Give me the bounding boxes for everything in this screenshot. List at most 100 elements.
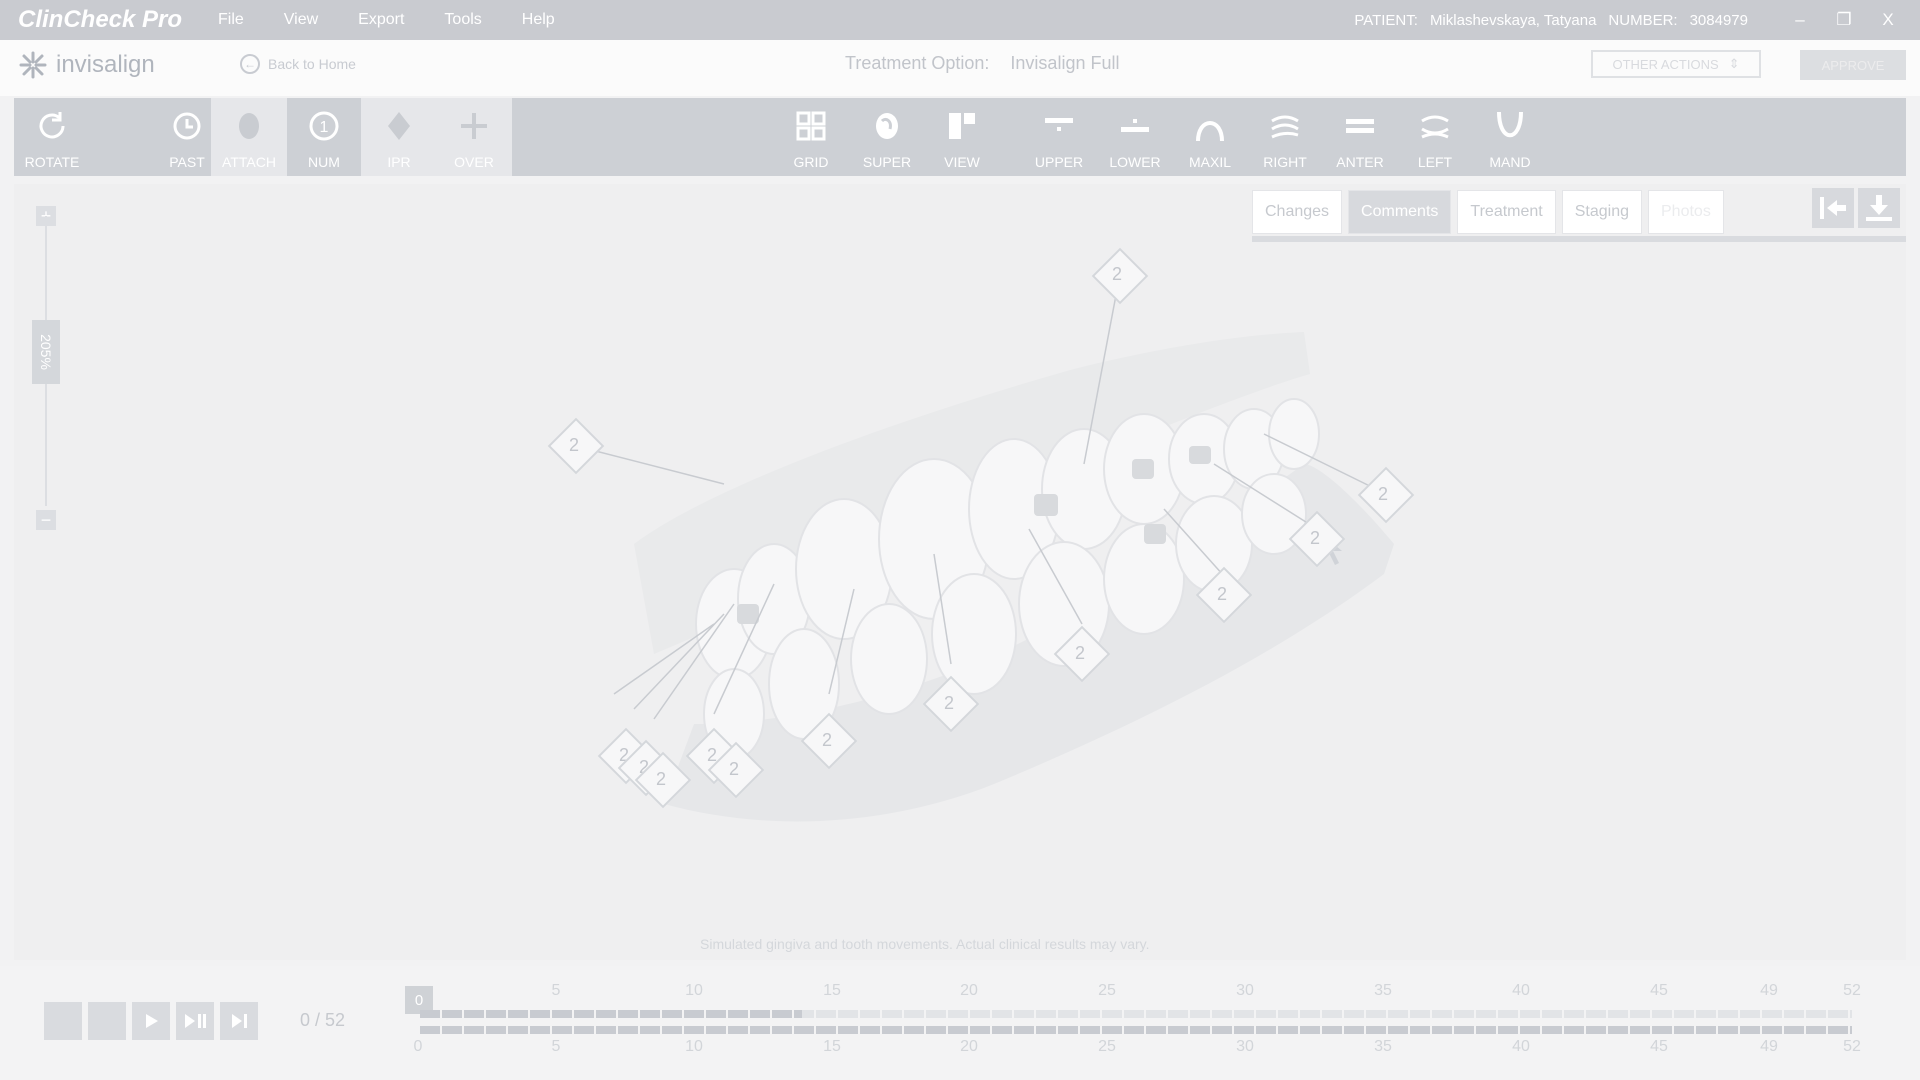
top-tick: 49 [1760,982,1778,999]
tab-changes[interactable]: Changes [1252,190,1343,234]
bottom-tick: 49 [1760,1038,1778,1055]
tool-label: GRID [793,154,829,170]
close-button[interactable]: X [1866,10,1910,30]
tab-staging[interactable]: Staging [1561,190,1642,234]
tool-label: MAND [1489,154,1531,170]
header: invisalign ← Back to Home Treatment Opti… [0,40,1920,96]
top-tick: 52 [1843,982,1861,999]
mand-icon [1492,108,1528,144]
tab-treatment[interactable]: Treatment [1457,190,1556,234]
view-icon [944,108,980,144]
ipr-label-text: 2 [1075,643,1086,663]
ipr-label-text: 2 [1310,528,1321,548]
upper-icon [1041,108,1077,144]
tool-maxil[interactable]: MAXIL [1172,98,1248,176]
zoom-out-button[interactable]: − [36,510,56,530]
bottom-tick: 30 [1236,1038,1254,1055]
bottom-tick: 10 [685,1038,703,1055]
menu-file[interactable]: File [218,11,244,29]
tool-rotate[interactable]: ROTATE [14,98,90,176]
zoom-level: 205% [38,334,54,370]
collapse-panel-button[interactable] [1812,188,1854,228]
ipr-label-text: 2 [1378,484,1389,504]
download-icon [1866,195,1892,221]
tool-label: MAXIL [1188,154,1231,170]
ipr-label-text: 2 [1112,264,1123,284]
menu-help[interactable]: Help [522,11,555,29]
ipr-label-text: 2 [729,759,740,779]
left-icon [1417,108,1453,144]
back-arrow-icon: ← [240,54,260,74]
bottom-tick: 15 [823,1038,841,1055]
minimize-button[interactable]: – [1778,10,1822,30]
collapse-left-icon [1820,197,1846,219]
treatment-option: Treatment Option: Invisalign Full [845,53,1119,74]
back-to-home-button[interactable]: ← Back to Home [240,54,356,74]
ipr-label-text: 2 [656,769,667,789]
stage-back-button[interactable] [88,1002,126,1040]
treatment-value[interactable]: Invisalign Full [1010,53,1119,73]
window-controls: – ❐ X [1778,10,1910,30]
back-label: Back to Home [268,56,356,72]
tool-label: PAST [169,154,205,170]
tool-super[interactable]: SUPER [849,98,925,176]
other-actions-dropdown[interactable]: OTHER ACTIONS ⇕ [1591,50,1761,78]
download-button[interactable] [1858,188,1900,228]
tool-label: NUM [308,154,340,170]
ipr-label-text: 2 [944,693,955,713]
menu-tools[interactable]: Tools [444,11,481,29]
stage-first-button[interactable] [44,1002,82,1040]
right-icon [1267,108,1303,144]
invisalign-logo: invisalign [18,50,155,80]
tool-grid[interactable]: GRID [773,98,849,176]
top-tick: 15 [823,982,841,999]
zoom-level-handle[interactable]: 205% [32,320,60,384]
menu-view[interactable]: View [284,11,318,29]
tool-right[interactable]: RIGHT [1247,98,1323,176]
treatment-label: Treatment Option: [845,53,990,73]
logo-text: invisalign [56,51,155,78]
disclaimer-text: Simulated gingiva and tooth movements. A… [700,936,1150,952]
tab-comments[interactable]: Comments [1348,190,1452,234]
tabs-underline [1252,236,1906,242]
tool-left[interactable]: LEFT [1397,98,1473,176]
tool-num[interactable]: 1 NUM [286,98,362,176]
title-bar: ClinCheck Pro File View Export Tools Hel… [0,0,1920,40]
menu-export[interactable]: Export [358,11,404,29]
tab-photos[interactable]: Photos [1648,190,1724,234]
tool-view[interactable]: VIEW [924,98,1000,176]
anter-icon [1342,108,1378,144]
tool-label: ROTATE [24,154,80,170]
app-title: ClinCheck Pro [18,6,183,33]
tool-ipr[interactable]: IPR [361,98,437,176]
play-button[interactable] [132,1002,170,1040]
approve-button[interactable]: APPROVE [1800,50,1906,80]
updown-icon: ⇕ [1728,56,1740,71]
bottom-tick: 35 [1374,1038,1392,1055]
tool-label: OVER [454,154,494,170]
tool-label: UPPER [1034,154,1084,170]
tool-attach[interactable]: ATTACH [211,98,287,176]
patient-name: Miklashevskaya, Tatyana [1429,11,1597,29]
play-icon [146,1014,158,1028]
tool-upper[interactable]: UPPER [1021,98,1097,176]
play-pause-icon [185,1014,206,1028]
top-tick: 30 [1236,982,1254,999]
svg-text:1: 1 [320,119,329,136]
tool-lower[interactable]: LOWER [1097,98,1173,176]
stage-track-lower[interactable] [420,1026,1852,1034]
over-icon [456,108,492,144]
tool-mand[interactable]: MAND [1472,98,1548,176]
tool-anter[interactable]: ANTER [1322,98,1398,176]
other-actions-label: OTHER ACTIONS [1612,56,1719,72]
stage-last-button[interactable] [220,1002,258,1040]
restore-button[interactable]: ❐ [1822,10,1866,30]
tool-label: VIEW [944,154,980,170]
dental-model[interactable] [14,184,1906,960]
bottom-tick: 52 [1843,1038,1861,1055]
stage-counter: 0 / 52 [300,1010,346,1030]
tool-over[interactable]: OVER [436,98,512,176]
bottom-tick: 0 [413,1038,423,1055]
3d-viewer[interactable]: 2 2 2 2 2 2 2 2 2 2 2 2 2 [14,184,1906,960]
play-pause-button[interactable] [176,1002,214,1040]
